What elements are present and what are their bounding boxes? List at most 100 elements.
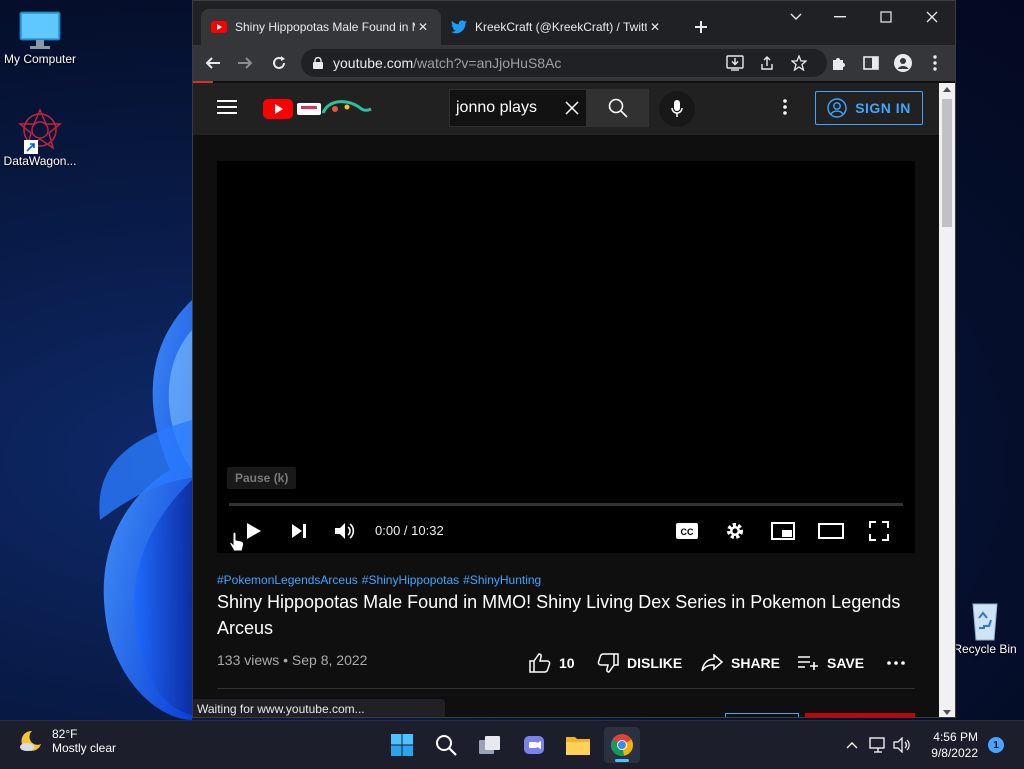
- desktop-icon-datawagon[interactable]: DataWagon...: [0, 106, 80, 168]
- clock[interactable]: 4:56 PM 9/8/2022: [924, 729, 978, 761]
- reload-icon: [273, 56, 285, 69]
- address-bar[interactable]: youtube.com/watch?v=anJjoHuS8Ac: [301, 49, 827, 77]
- fullscreen-button[interactable]: [865, 517, 893, 545]
- notification-badge[interactable]: 1: [988, 737, 1004, 753]
- tab-youtube[interactable]: Shiny Hippopotas Male Found in MMO! Shin…: [201, 9, 441, 45]
- windows-logo-icon: [391, 734, 413, 756]
- weather-widget[interactable]: 82°F Mostly clear: [18, 727, 116, 755]
- taskbar-search-button[interactable]: [428, 727, 464, 763]
- forward-button[interactable]: [231, 49, 259, 77]
- account-circle-icon: [827, 98, 847, 118]
- page-scrollbar[interactable]: [939, 83, 955, 717]
- voice-search-button[interactable]: [659, 91, 695, 127]
- more-horizontal-icon: [887, 661, 905, 665]
- back-button[interactable]: [199, 49, 227, 77]
- hashtag-link[interactable]: #ShinyHippopotas: [362, 573, 459, 587]
- datawagon-logo-icon: [16, 106, 64, 154]
- video-player[interactable]: Pause (k) 0:00 / 10:32 CC: [217, 161, 915, 553]
- chrome-taskbar-button[interactable]: [604, 727, 640, 763]
- guide-menu-button[interactable]: [217, 99, 239, 117]
- tab-close-icon[interactable]: ✕: [415, 19, 431, 35]
- maximize-button[interactable]: [863, 5, 909, 29]
- extensions-button[interactable]: [829, 53, 849, 73]
- share-page-button[interactable]: [757, 53, 777, 73]
- save-button[interactable]: SAVE: [797, 647, 864, 679]
- thumbs-down-icon: [597, 653, 619, 673]
- desktop-icon-label: My Computer: [3, 52, 77, 66]
- browser-toolbar: youtube.com/watch?v=anJjoHuS8Ac: [193, 45, 955, 81]
- volume-icon: [893, 737, 910, 753]
- task-view-button[interactable]: [472, 727, 508, 763]
- playlist-add-icon: [797, 655, 819, 671]
- miniplayer-button[interactable]: [769, 517, 797, 545]
- teams-chat-button[interactable]: [516, 727, 552, 763]
- bookmark-star-button[interactable]: [789, 53, 809, 73]
- subscribe-button[interactable]: [805, 713, 915, 717]
- next-button[interactable]: [285, 517, 313, 545]
- file-explorer-button[interactable]: [560, 727, 596, 763]
- play-icon: [247, 523, 261, 539]
- close-icon: [926, 11, 938, 23]
- side-panel-button[interactable]: [861, 53, 881, 73]
- minimize-button[interactable]: [817, 5, 863, 29]
- chrome-window: Shiny Hippopotas Male Found in MMO! Shin…: [192, 0, 956, 718]
- url-path: /watch?v=anJjoHuS8Ac: [413, 55, 562, 71]
- close-window-button[interactable]: [909, 5, 955, 29]
- profile-icon: [894, 54, 912, 72]
- hashtag-link[interactable]: #ShinyHunting: [463, 573, 541, 587]
- channel-join-button[interactable]: [725, 713, 799, 717]
- hashtag-link[interactable]: #PokemonLegendsArceus: [217, 573, 358, 587]
- settings-menu-button[interactable]: [783, 99, 791, 119]
- like-button[interactable]: 10: [529, 647, 575, 679]
- tab-twitter[interactable]: KreekCraft (@KreekCraft) / Twitter ✕: [441, 9, 673, 45]
- clear-search-button[interactable]: [558, 101, 586, 115]
- volume-button[interactable]: [892, 735, 912, 755]
- youtube-logo[interactable]: [263, 97, 373, 121]
- svg-text:CC: CC: [681, 527, 694, 537]
- search-button[interactable]: [587, 89, 649, 127]
- progress-bar[interactable]: [229, 503, 903, 506]
- moon-cloud-icon: [18, 728, 44, 754]
- profile-button[interactable]: [893, 53, 913, 73]
- chrome-menu-button[interactable]: [925, 53, 945, 73]
- divider: [217, 688, 915, 689]
- plus-icon: [695, 21, 707, 33]
- clock-time: 4:56 PM: [933, 730, 978, 744]
- chevron-down-icon: [790, 13, 802, 20]
- search-icon: [608, 98, 628, 118]
- install-app-button[interactable]: [725, 53, 745, 73]
- mute-button[interactable]: [331, 517, 359, 545]
- desktop-icon-recycle-bin[interactable]: Recycle Bin: [946, 598, 1024, 656]
- scrollbar-thumb[interactable]: [942, 99, 952, 227]
- star-icon: [791, 55, 807, 71]
- closed-captions-icon: CC: [676, 523, 698, 539]
- start-button[interactable]: [384, 727, 420, 763]
- recycle-bin-icon: [965, 598, 1005, 642]
- share-button[interactable]: SHARE: [701, 647, 780, 679]
- lock-icon[interactable]: [313, 57, 323, 69]
- tab-title: Shiny Hippopotas Male Found in MMO! Shin…: [235, 20, 415, 34]
- captions-button[interactable]: CC: [673, 517, 701, 545]
- reload-button[interactable]: [265, 49, 293, 77]
- save-label: SAVE: [827, 655, 865, 671]
- folder-icon: [566, 737, 590, 755]
- youtube-header: jonno plays SIGN IN: [193, 83, 939, 135]
- show-hidden-icons-button[interactable]: [842, 735, 862, 755]
- miniplayer-icon: [771, 522, 795, 540]
- tab-search-button[interactable]: [773, 5, 819, 29]
- tab-close-icon[interactable]: ✕: [647, 19, 663, 35]
- theater-mode-button[interactable]: [817, 517, 845, 545]
- install-icon: [726, 55, 744, 71]
- new-tab-button[interactable]: [687, 15, 715, 39]
- desktop-icon-my-computer[interactable]: My Computer: [0, 8, 80, 66]
- shortcut-arrow-icon: [24, 140, 38, 154]
- taskbar: 82°F Mostly clear 4:56 PM 9/8/2022 1: [0, 720, 1024, 769]
- sign-in-button[interactable]: SIGN IN: [815, 91, 923, 125]
- more-actions-button[interactable]: [887, 647, 905, 679]
- search-input[interactable]: jonno plays: [449, 89, 587, 127]
- kebab-menu-icon: [783, 99, 787, 115]
- network-button[interactable]: [868, 735, 888, 755]
- dislike-button[interactable]: DISLIKE: [597, 647, 682, 679]
- volume-icon: [335, 523, 355, 539]
- settings-button[interactable]: [721, 517, 749, 545]
